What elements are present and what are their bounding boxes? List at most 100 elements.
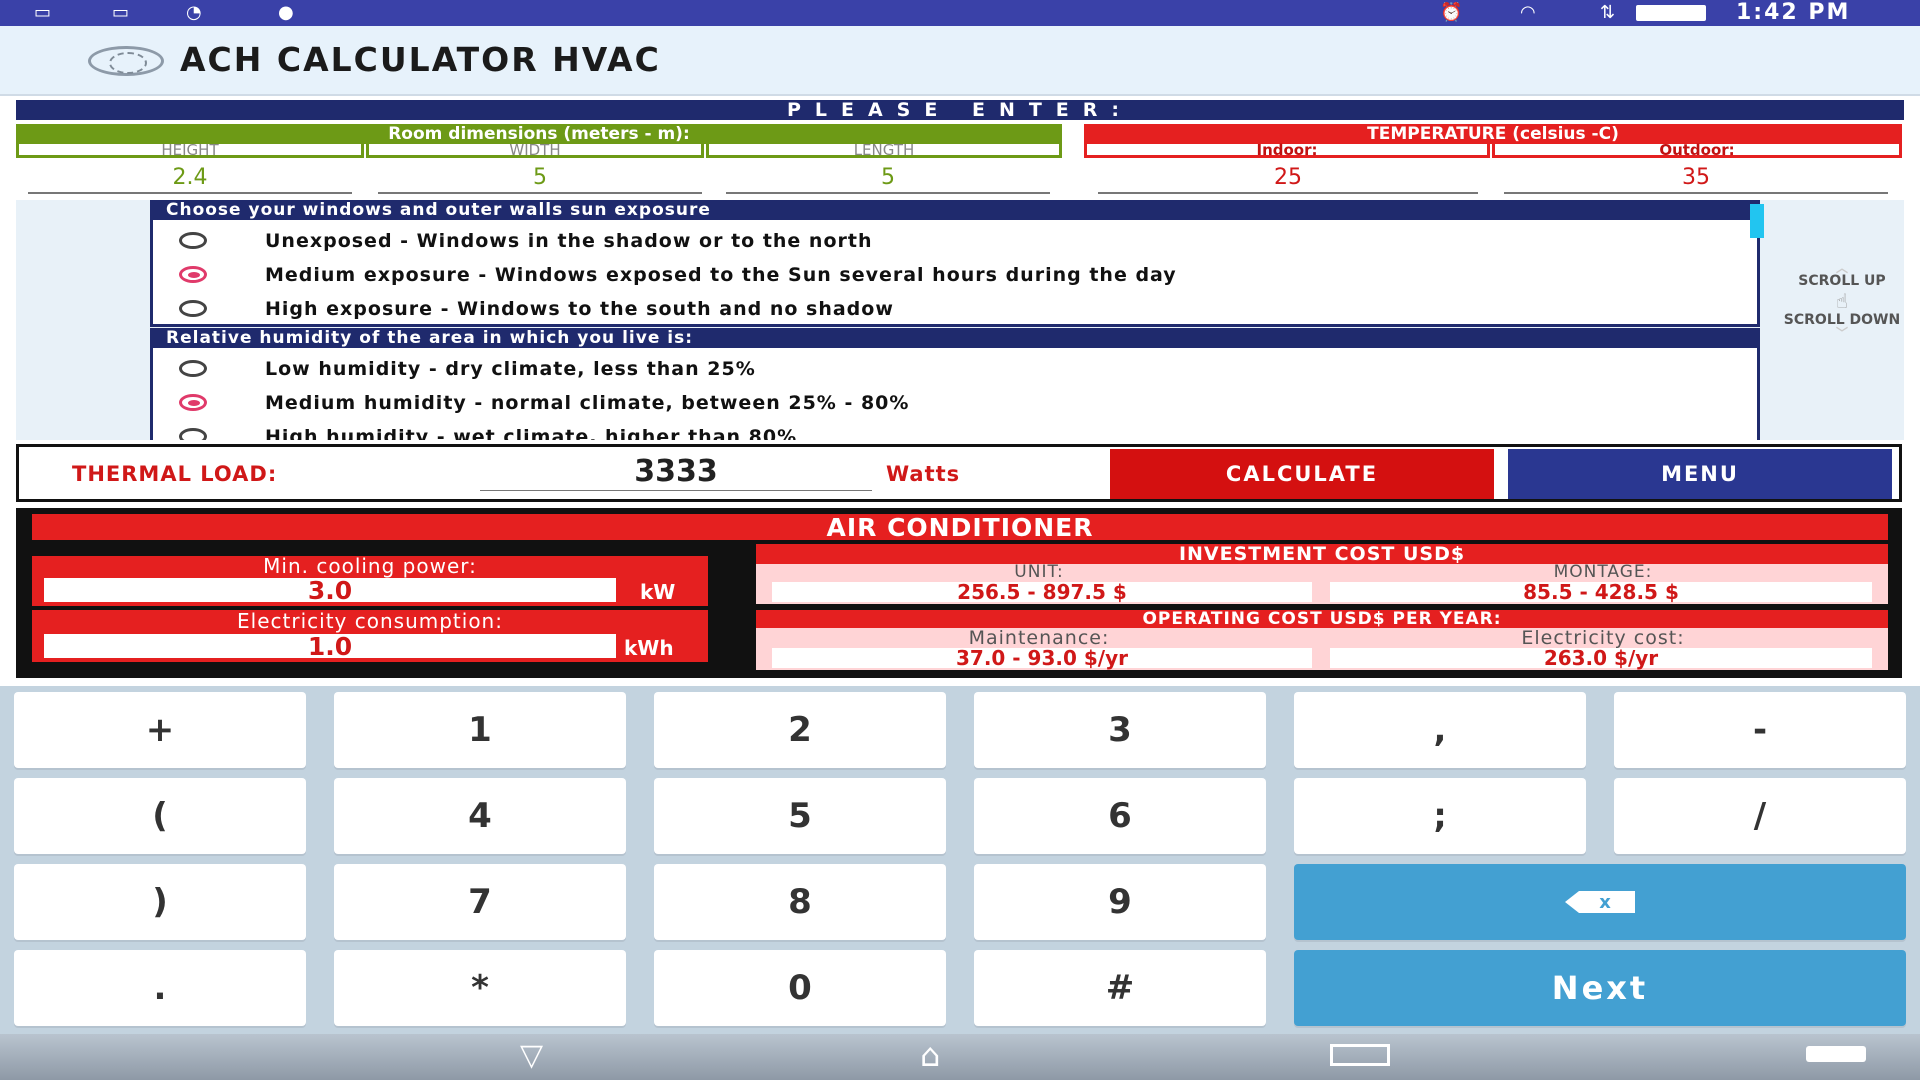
status-bar: ▭ ▭ ◔ ● ⏰ ◠ ⇅ 1:42 PM	[0, 0, 1920, 26]
navigation-bar: ▽ ⌂	[0, 1034, 1920, 1080]
keyboard-icon[interactable]	[1806, 1046, 1866, 1062]
key-button[interactable]: 8	[654, 864, 946, 940]
key-button[interactable]: *	[334, 950, 626, 1026]
data-arrows-icon: ⇅	[1600, 2, 1616, 23]
sun-option-label: Medium exposure - Windows exposed to the…	[265, 264, 1177, 286]
alarm-icon: ⏰	[1440, 2, 1463, 23]
radio-icon[interactable]	[179, 300, 207, 317]
height-input[interactable]: 2.4	[28, 162, 352, 194]
maintenance-label: Maintenance:	[968, 627, 1110, 649]
radio-icon[interactable]	[179, 266, 207, 283]
height-label: HEIGHT	[16, 141, 364, 159]
key-button[interactable]: ,	[1294, 692, 1586, 768]
thermal-load-value: 3333	[480, 452, 872, 491]
next-button[interactable]: Next	[1294, 950, 1906, 1026]
app-title: ACH CALCULATOR HVAC	[180, 40, 661, 79]
back-icon[interactable]: ▽	[520, 1038, 543, 1073]
montage-value: 85.5 - 428.5 $	[1330, 580, 1872, 604]
battery-icon	[1636, 5, 1706, 21]
sun-exposure-header: Choose your windows and outer walls sun …	[150, 200, 1760, 220]
electricity-label: Electricity cost:	[1521, 627, 1685, 649]
key-button[interactable]: 0	[654, 950, 946, 1026]
length-label: LENGTH	[706, 141, 1062, 159]
investment-title: INVESTMENT COST USD$	[756, 543, 1888, 565]
temperature-title: TEMPERATURE (celsius -C)	[1084, 124, 1902, 144]
please-enter-banner: PLEASE ENTER:	[16, 99, 1904, 121]
humidity-title: Relative humidity of the area in which y…	[166, 328, 694, 348]
chevron-down-icon: ﹀	[1835, 326, 1848, 340]
scrollbar-thumb[interactable]	[1750, 204, 1764, 238]
length-input[interactable]: 5	[726, 162, 1050, 194]
clock: 1:42 PM	[1736, 0, 1851, 25]
min-power-label: Min. cooling power:	[263, 554, 477, 578]
radio-icon[interactable]	[179, 232, 207, 249]
notification-icon: ●	[278, 2, 294, 23]
sun-option-2[interactable]: High exposure - Windows to the south and…	[153, 294, 1653, 324]
min-power-value: 3.0	[44, 576, 616, 605]
key-button[interactable]: 7	[334, 864, 626, 940]
key-button[interactable]: 6	[974, 778, 1266, 854]
key-button[interactable]: +	[14, 692, 306, 768]
maintenance-value: 37.0 - 93.0 $/yr	[772, 646, 1312, 670]
unit-label: UNIT:	[1014, 562, 1064, 582]
operating-title: OPERATING COST USD$ PER YEAR:	[756, 609, 1888, 629]
wifi-unknown-icon: ◔	[186, 2, 202, 23]
key-button[interactable]: -	[1614, 692, 1906, 768]
radio-icon[interactable]	[179, 360, 207, 377]
radio-icon[interactable]	[179, 394, 207, 411]
sun-option-1[interactable]: Medium exposure - Windows exposed to the…	[153, 260, 1653, 290]
scroll-up-label: SCROLL UP	[1798, 273, 1886, 289]
swipe-hand-icon: ☝	[1835, 289, 1849, 313]
indoor-label: Indoor:	[1084, 141, 1490, 159]
humidity-option-2[interactable]: High humidity - wet climate, higher than…	[153, 422, 1653, 440]
key-button[interactable]: 9	[974, 864, 1266, 940]
electricity-value: 263.0 $/yr	[1330, 646, 1872, 670]
width-label: WIDTH	[366, 141, 704, 159]
backspace-icon: x	[1565, 891, 1635, 913]
wifi-icon: ◠	[1520, 2, 1536, 23]
key-button[interactable]: (	[14, 778, 306, 854]
key-button[interactable]: 5	[654, 778, 946, 854]
scroll-hint[interactable]: ︿ SCROLL UP ☝ SCROLL DOWN ﹀	[1780, 262, 1904, 378]
key-button[interactable]: 4	[334, 778, 626, 854]
recent-apps-icon[interactable]	[1330, 1044, 1390, 1066]
svg-text:x: x	[1599, 892, 1611, 913]
consumption-value: 1.0	[44, 632, 616, 661]
image-icon: ▭	[112, 2, 130, 23]
radio-icon[interactable]	[179, 428, 207, 440]
sun-option-label: Unexposed - Windows in the shadow or to …	[265, 230, 873, 252]
sun-option-label: High exposure - Windows to the south and…	[265, 298, 894, 320]
key-button[interactable]: /	[1614, 778, 1906, 854]
indoor-temp-input[interactable]: 25	[1098, 162, 1478, 194]
key-button[interactable]: )	[14, 864, 306, 940]
humidity-option-label: Medium humidity - normal climate, betwee…	[265, 392, 910, 414]
app-logo-icon	[88, 46, 164, 76]
humidity-header: Relative humidity of the area in which y…	[150, 328, 1760, 348]
thermal-load-label: THERMAL LOAD:	[72, 462, 278, 486]
sun-exposure-title: Choose your windows and outer walls sun …	[166, 200, 711, 220]
menu-button[interactable]: MENU	[1508, 449, 1892, 499]
key-button[interactable]: #	[974, 950, 1266, 1026]
key-button[interactable]: ;	[1294, 778, 1586, 854]
key-button[interactable]: .	[14, 950, 306, 1026]
key-button[interactable]: 1	[334, 692, 626, 768]
humidity-option-1[interactable]: Medium humidity - normal climate, betwee…	[153, 388, 1653, 418]
min-power-unit: kW	[640, 580, 676, 604]
sun-option-0[interactable]: Unexposed - Windows in the shadow or to …	[153, 226, 1653, 256]
key-button[interactable]: 2	[654, 692, 946, 768]
humidity-group: Low humidity - dry climate, less than 25…	[150, 348, 1760, 440]
humidity-option-0[interactable]: Low humidity - dry climate, less than 25…	[153, 354, 1653, 384]
key-button[interactable]: 3	[974, 692, 1266, 768]
calculate-button[interactable]: CALCULATE	[1110, 449, 1494, 499]
home-icon[interactable]: ⌂	[920, 1036, 940, 1074]
unit-value: 256.5 - 897.5 $	[772, 580, 1312, 604]
consumption-label: Electricity consumption:	[237, 609, 503, 633]
backspace-button[interactable]: x	[1294, 864, 1906, 940]
humidity-option-label: Low humidity - dry climate, less than 25…	[265, 358, 756, 380]
width-input[interactable]: 5	[378, 162, 702, 194]
outdoor-label: Outdoor:	[1492, 141, 1902, 159]
outdoor-temp-input[interactable]: 35	[1504, 162, 1888, 194]
consumption-unit: kWh	[624, 636, 674, 660]
sun-exposure-group: Unexposed - Windows in the shadow or to …	[150, 220, 1760, 327]
air-conditioner-title: AIR CONDITIONER	[32, 513, 1888, 542]
